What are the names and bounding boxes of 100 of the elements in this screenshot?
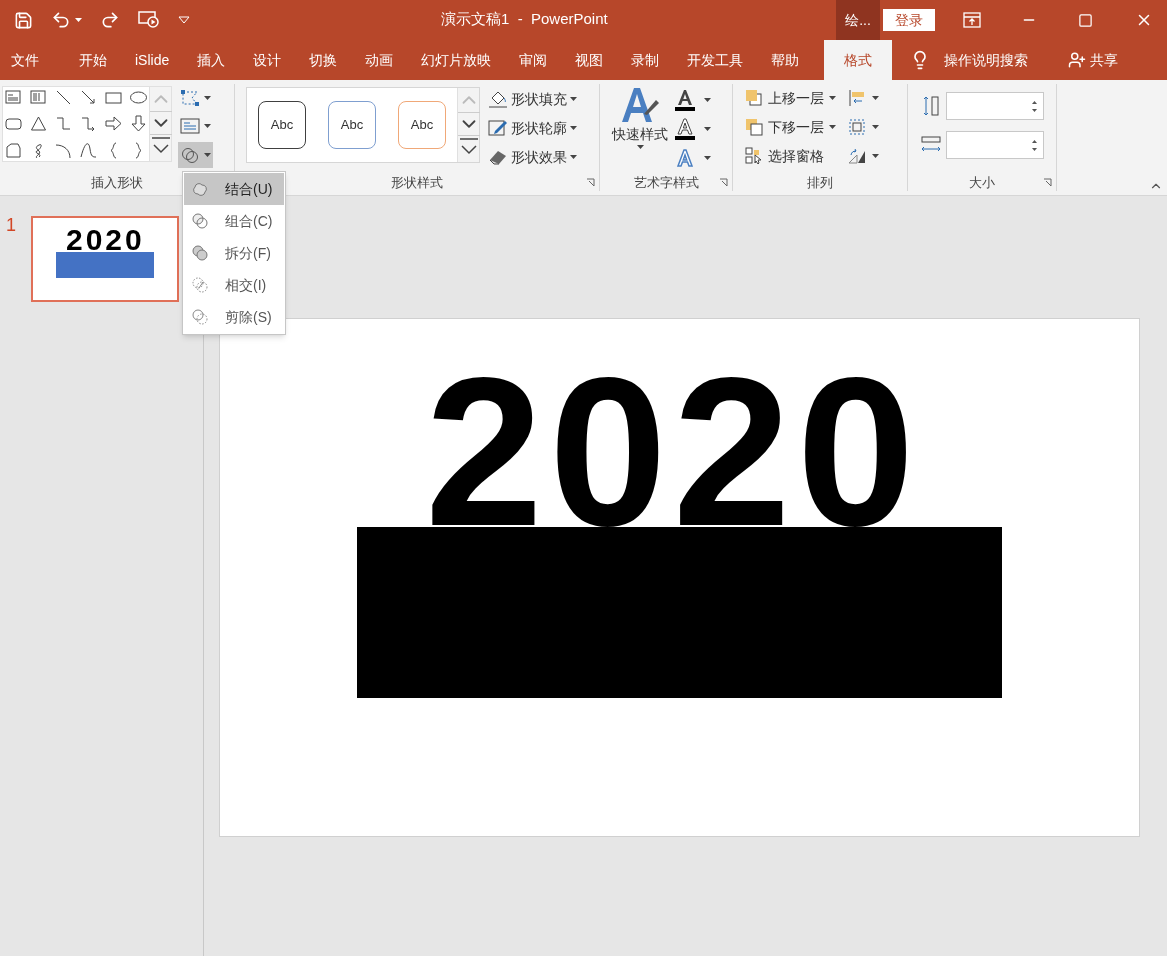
ribbon-tab[interactable]: 开发工具 [678,40,753,80]
ribbon-tab[interactable]: 帮助 [762,40,809,80]
menu-item[interactable]: 组合(C) [184,205,284,237]
caret-icon [570,97,577,101]
caret-icon [204,124,211,128]
ribbon-tab[interactable]: 幻灯片放映 [412,40,501,80]
undo-icon[interactable] [51,10,71,30]
ribbon-tab[interactable]: 开始 [70,40,116,80]
down-arrow-icon[interactable] [129,114,148,134]
menu-item[interactable]: 相交(I) [184,269,284,301]
paint-bucket-icon[interactable] [488,89,508,109]
ribbon-tab[interactable]: 格式 [824,40,893,80]
ribbon-display-icon[interactable] [963,12,981,28]
subtract-icon [191,308,209,326]
share-button[interactable]: 共享 [1090,49,1119,71]
window-title: 演示文稿1 - PowerPoint [441,9,608,29]
selection-pane-icon[interactable] [745,147,763,165]
shape-style-swatch[interactable]: Abc [328,101,376,149]
group-label: 形状样式 [391,176,443,189]
user-icon[interactable] [1068,51,1087,69]
scroll-down-icon[interactable] [150,111,172,135]
caret-icon [204,153,211,157]
bring-forward-icon[interactable] [745,89,763,107]
spin-up-icon[interactable] [1032,100,1037,104]
slide-thumbnail[interactable]: 2020 [31,216,179,302]
arrange-button[interactable]: 下移一层 [768,116,824,138]
group-label: 艺术字样式 [633,176,699,189]
dialog-launcher-icon[interactable] [586,178,595,187]
triangle-icon[interactable] [29,114,48,134]
freeform-icon[interactable] [4,140,23,160]
shape-style-button[interactable]: 形状轮廓 [511,117,567,139]
text-effects-icon[interactable] [674,147,696,169]
rotate-icon[interactable] [848,147,866,165]
group-label: 排列 [807,176,833,189]
ribbon-tab[interactable]: 录制 [622,40,669,80]
caret-icon [872,125,879,129]
slide-title-text[interactable]: 2020 [425,376,921,529]
caret-icon [829,125,836,129]
send-backward-icon[interactable] [745,118,763,136]
caret-icon [570,155,577,159]
edit-shape-icon[interactable] [180,89,200,107]
merge-shapes-icon[interactable] [180,146,200,164]
caret-icon [570,126,577,130]
spin-down-icon[interactable] [1032,108,1037,112]
height-field[interactable] [946,92,1044,120]
caret-icon [636,145,644,149]
wordart-brush-icon[interactable] [620,86,660,124]
arrow-line-icon[interactable] [79,88,98,107]
group-label: 插入形状 [91,176,143,189]
shape-style-swatch[interactable]: Abc [398,101,446,149]
text-outline-icon[interactable] [674,118,696,140]
caret-icon [204,96,211,100]
ribbon-tab[interactable]: iSlide [126,40,179,80]
caret-icon [75,18,82,22]
maximize-icon[interactable] [1078,12,1093,28]
menu-item[interactable]: 剪除(S) [184,301,284,333]
tell-me-search[interactable]: 操作说明搜索 [944,49,1029,71]
spin-up-icon[interactable] [1032,139,1037,143]
caret-icon [704,98,711,102]
ribbon-tab[interactable]: 插入 [188,40,235,80]
dialog-launcher-icon[interactable] [719,178,728,187]
shape-style-button[interactable]: 形状效果 [511,146,567,168]
menu-item[interactable]: 结合(U) [184,173,284,205]
intersect-icon [191,276,209,294]
customize-icon[interactable] [178,16,190,24]
spin-down-icon[interactable] [1032,147,1037,151]
ribbon-tab[interactable]: 动画 [356,40,403,80]
text-fill-icon[interactable] [674,89,696,111]
line-icon[interactable] [54,88,73,107]
dialog-launcher-icon[interactable] [1043,178,1052,187]
scroll-down-icon[interactable] [458,112,480,136]
menu-item[interactable]: 拆分(F) [184,237,284,269]
caret-icon [829,96,836,100]
login-button[interactable]: 登录 [883,9,935,31]
caret-icon [872,154,879,158]
thumbnail-text: 2020 [66,225,145,255]
shape-style-button[interactable]: 形状填充 [511,88,567,110]
context-tab[interactable]: 绘... [836,0,880,40]
vertical-text-box-icon[interactable] [29,88,48,107]
slide-number: 1 [5,216,17,234]
curve-icon[interactable] [79,140,98,160]
oval-icon[interactable] [129,88,148,107]
ribbon-tab[interactable]: 切换 [300,40,347,80]
shape-style-swatch[interactable]: Abc [258,101,306,149]
ribbon-tab[interactable]: 设计 [244,40,291,80]
ribbon-tab[interactable]: 文件 [2,40,48,80]
width-field[interactable] [946,131,1044,159]
pencil-icon[interactable] [488,118,508,138]
save-icon[interactable] [14,10,33,30]
ribbon-tab[interactable]: 审阅 [510,40,557,80]
arrange-button[interactable]: 选择窗格 [768,145,824,167]
text-box-icon[interactable] [4,88,23,107]
arrange-button[interactable]: 上移一层 [768,87,824,109]
combine-icon [191,212,209,230]
caret-icon [704,156,711,160]
ribbon-tab[interactable]: 视图 [566,40,613,80]
right-arrow-icon[interactable] [104,114,123,134]
redo-icon[interactable] [100,10,120,30]
quick-styles-button[interactable]: 快速样式 [612,124,668,145]
slideshow-icon[interactable] [138,10,160,30]
